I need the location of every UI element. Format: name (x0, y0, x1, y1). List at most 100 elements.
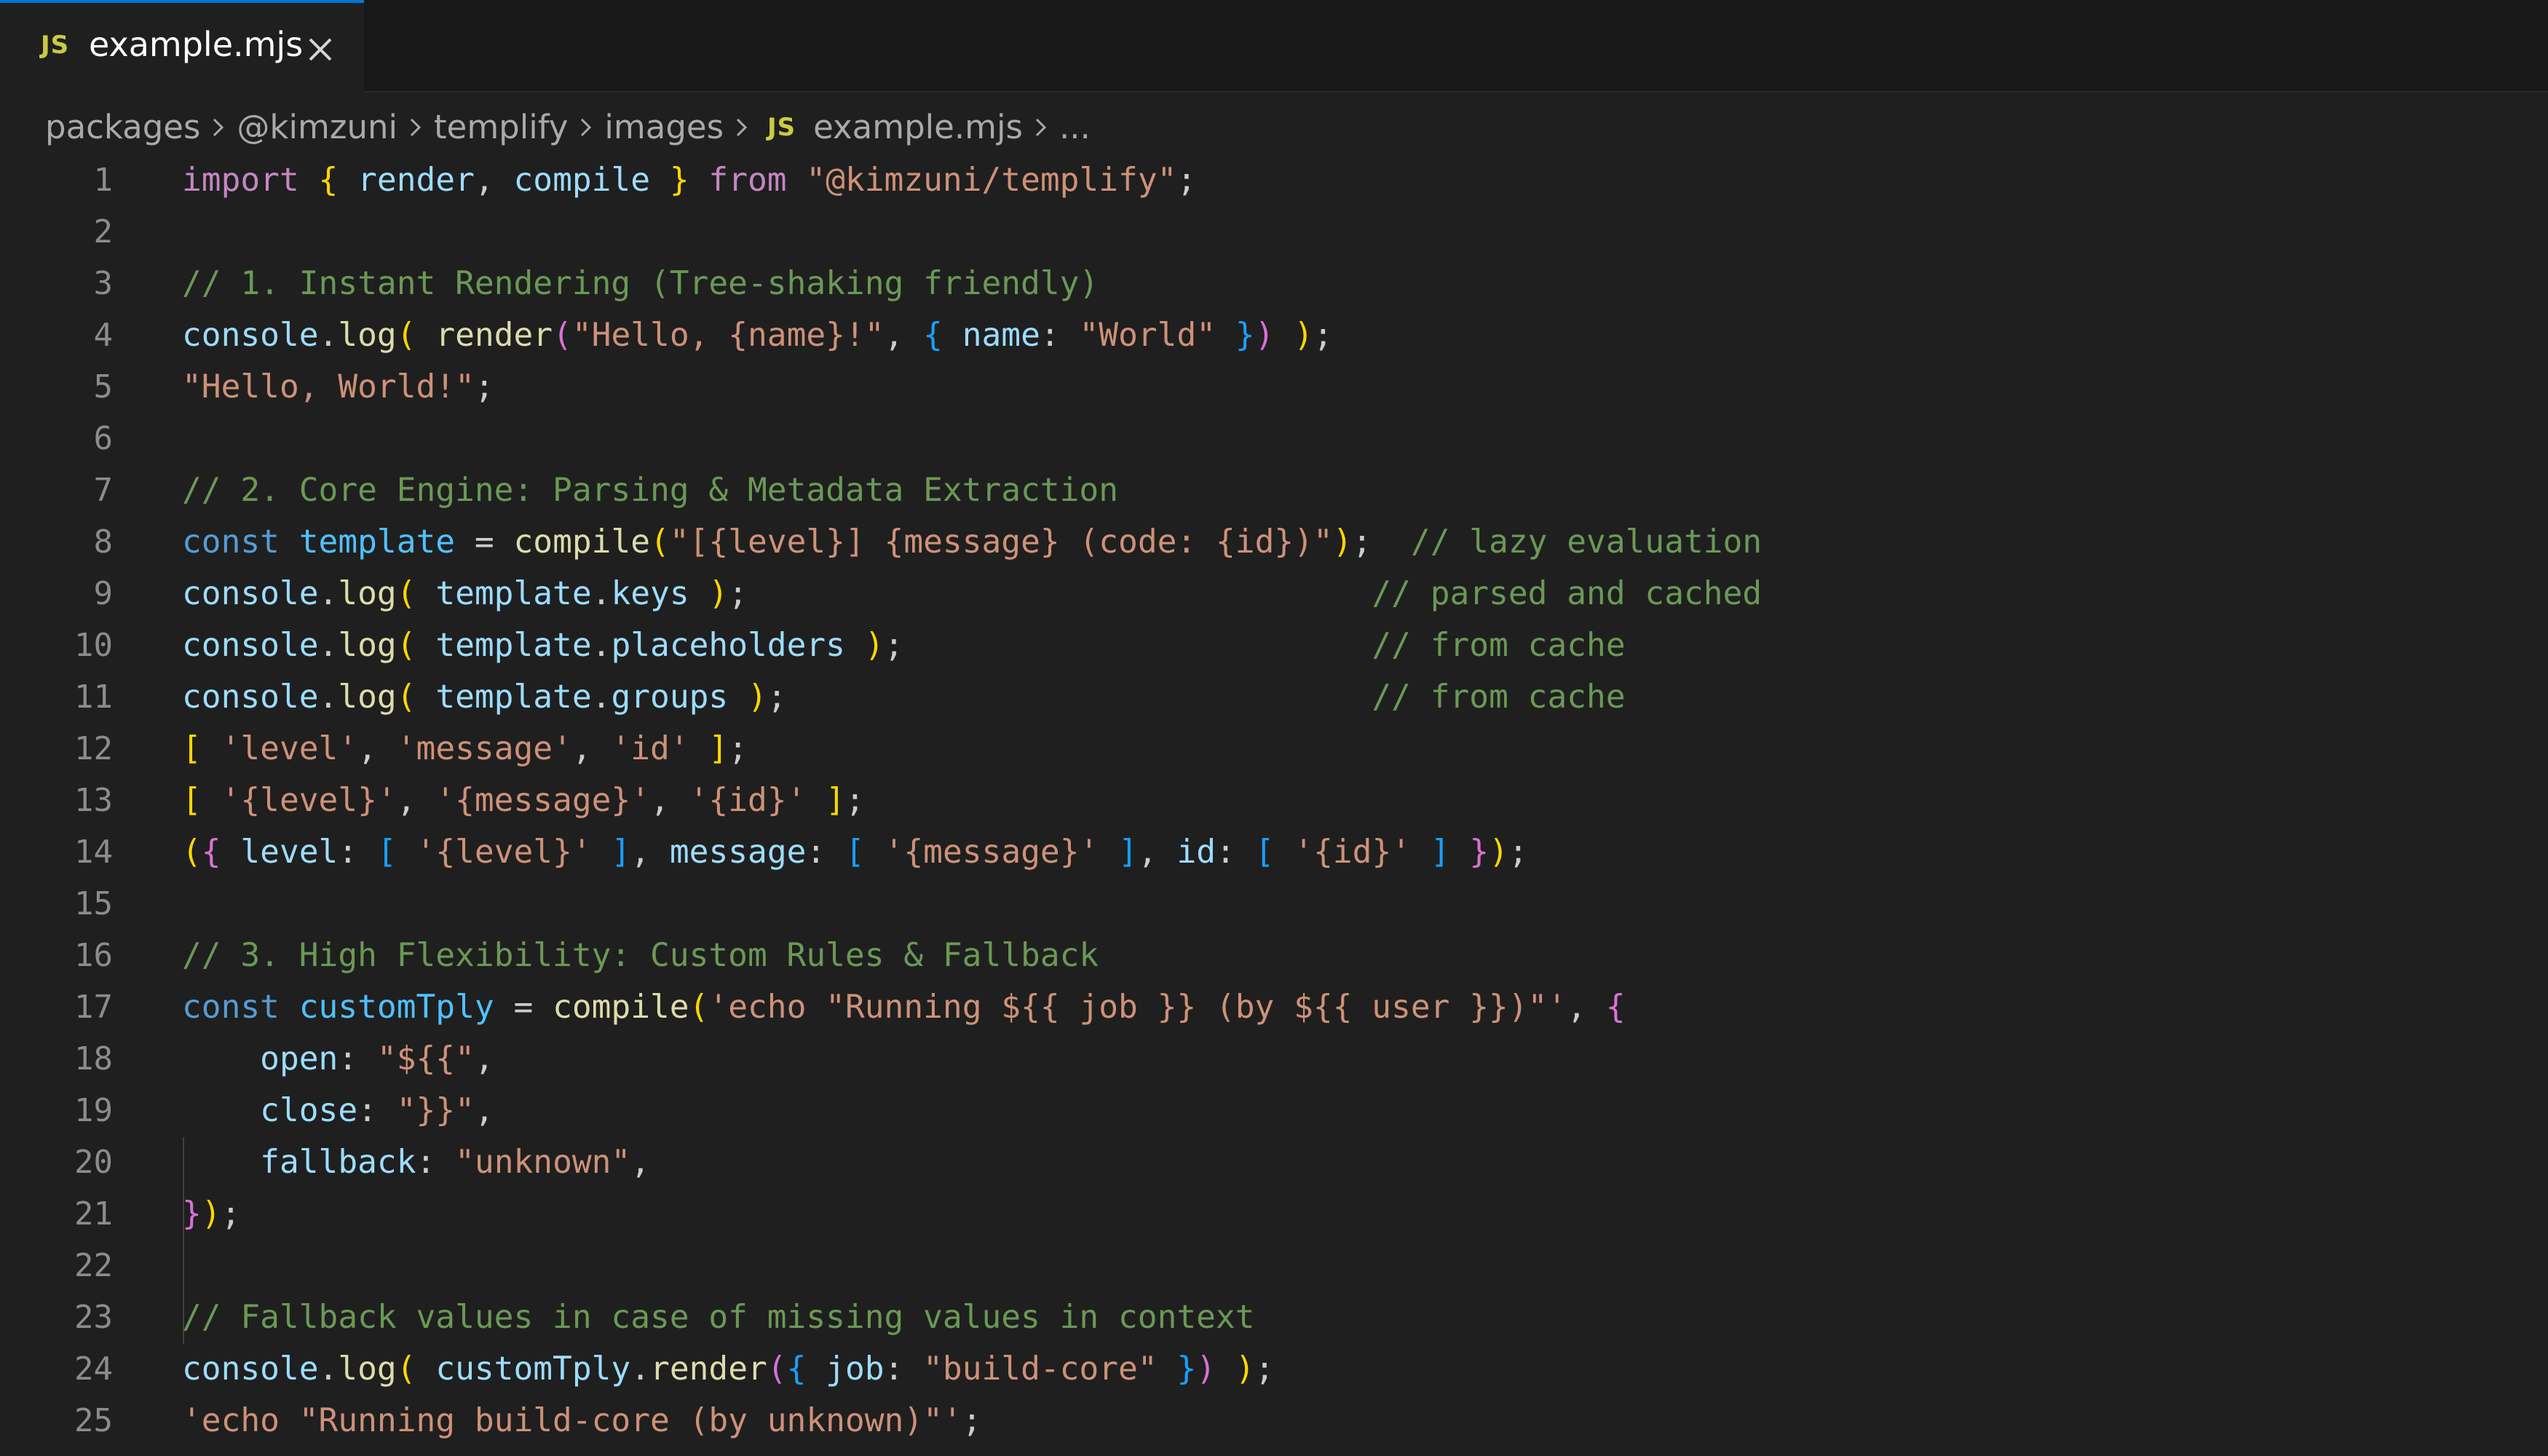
code-token: } (1469, 834, 1489, 871)
code-token: . (591, 627, 612, 664)
line-number: 21 (74, 1195, 113, 1233)
code-line[interactable]: 20 fallback: "unknown", (0, 1136, 2548, 1188)
code-token: console (182, 575, 319, 612)
code-line[interactable]: 12 [ 'level', 'message', 'id' ]; (0, 723, 2548, 775)
line-number: 1 (93, 162, 114, 199)
code-token: ) (864, 627, 885, 664)
breadcrumb: packages @kimzuni templify images JS example.… (45, 100, 1091, 151)
code-text: ({ level: [ '{level}' ], message: [ '{me… (182, 826, 1528, 878)
breadcrumb-item[interactable]: @kimzuni (237, 108, 397, 146)
code-line[interactable]: 3 // 1. Instant Rendering (Tree-shaking f… (0, 258, 2548, 309)
code-text: console.log( customTply.render({ job: "b… (182, 1343, 1274, 1395)
code-token: ) (1489, 834, 1509, 871)
code-token: "@kimzuni/templify" (806, 162, 1177, 199)
code-token: open (260, 1040, 339, 1077)
code-token: '{message}' (884, 834, 1099, 871)
code-token: ; (1176, 162, 1197, 199)
code-line[interactable]: 15 (0, 878, 2548, 930)
code-token: groups (611, 678, 729, 716)
code-token: placeholders (611, 627, 845, 664)
code-line[interactable]: 13 [ '{level}', '{message}', '{id}' ]; (0, 775, 2548, 826)
code-token: { (1605, 989, 1626, 1026)
code-token: level (240, 834, 339, 871)
code-token: "build-core" (923, 1350, 1158, 1388)
breadcrumb-item[interactable]: packages (45, 108, 200, 146)
chevron-right-icon (581, 118, 592, 137)
code-token: // from cache (1372, 678, 1626, 716)
code-token: fallback (260, 1144, 416, 1181)
code-token: , (884, 317, 924, 354)
code-line[interactable]: 23 // Fallback values in case of missing … (0, 1291, 2548, 1343)
code-token: log (338, 317, 397, 354)
code-line[interactable]: 11 console.log( template.groups ); // fro… (0, 671, 2548, 723)
code-line[interactable]: 7 // 2. Core Engine: Parsing & Metadata E… (0, 464, 2548, 516)
code-line[interactable]: 5 "Hello, World!"; (0, 361, 2548, 413)
code-token: log (338, 627, 397, 664)
line-number: 24 (74, 1350, 113, 1388)
code-token: ) (708, 575, 729, 612)
code-token: compile (513, 523, 651, 561)
breadcrumb-item[interactable]: ... (1059, 108, 1091, 146)
code-token: 'id' (611, 730, 689, 767)
code-line[interactable]: 9 console.log( template.keys ); // parsed… (0, 568, 2548, 620)
code-line[interactable]: 19 close: "}}", (0, 1085, 2548, 1136)
chevron-right-icon (213, 118, 224, 137)
code-line[interactable]: 1 import { render, compile } from "@kimzu… (0, 154, 2548, 206)
code-line[interactable]: 21}); (0, 1188, 2548, 1240)
code-token: template (298, 523, 456, 561)
code-token: // lazy evaluation (1410, 523, 1762, 561)
code-token: : (806, 834, 845, 871)
code-token: render (435, 317, 553, 354)
code-token: // parsed and cached (1372, 575, 1762, 612)
code-token: "Hello, World!" (182, 368, 475, 405)
code-token: : (884, 1350, 924, 1388)
chevron-right-icon (410, 118, 422, 137)
code-token: message (669, 834, 807, 871)
breadcrumb-item[interactable]: example.mjs (813, 108, 1023, 146)
code-line[interactable]: 6 (0, 413, 2548, 464)
code-token: ( (396, 1350, 416, 1388)
code-line[interactable]: 17 const customTply = compile('echo "Runn… (0, 981, 2548, 1033)
code-token: } (1176, 1350, 1197, 1388)
code-token: log (338, 1350, 397, 1388)
code-token: ) (1294, 317, 1314, 354)
code-token: // Fallback values in case of missing va… (182, 1299, 1255, 1336)
code-token: "}}" (396, 1092, 475, 1129)
code-line[interactable]: 18 open: "${{", (0, 1033, 2548, 1085)
code-token: "Hello, {name}!" (571, 317, 885, 354)
code-line[interactable]: 8 const template = compile("[{level}] {me… (0, 516, 2548, 568)
code-line[interactable]: 16 // 3. High Flexibility: Custom Rules &… (0, 930, 2548, 981)
code-token: [ (845, 834, 865, 871)
code-text: console.log( template.groups ); // from … (182, 671, 1626, 723)
code-line[interactable]: 4 console.log( render("Hello, {name}!", {… (0, 309, 2548, 361)
code-line[interactable]: 2 (0, 206, 2548, 258)
code-token: . (630, 1350, 651, 1388)
code-token: [ (182, 782, 202, 819)
code-token: : (338, 834, 377, 871)
code-line[interactable]: 24 console.log( customTply.render({ job: … (0, 1343, 2548, 1395)
code-token: ; (728, 575, 1372, 612)
code-line[interactable]: 10 console.log( template.placeholders ); … (0, 620, 2548, 671)
close-icon[interactable] (306, 35, 335, 64)
code-line[interactable]: 14 ({ level: [ '{level}' ], message: [ '{… (0, 826, 2548, 878)
code-text: // 3. High Flexibility: Custom Rules & F… (182, 930, 1099, 981)
code-line[interactable]: 22 (0, 1240, 2548, 1291)
editor-tab[interactable]: JS example.mjs (0, 0, 364, 92)
line-number: 7 (93, 472, 114, 509)
breadcrumb-item[interactable]: templify (434, 108, 568, 146)
breadcrumb-item[interactable]: images (604, 108, 724, 146)
code-token: : (1040, 317, 1080, 354)
code-line[interactable]: 25 'echo "Running build-core (by unknown)… (0, 1395, 2548, 1447)
code-token: log (338, 575, 397, 612)
